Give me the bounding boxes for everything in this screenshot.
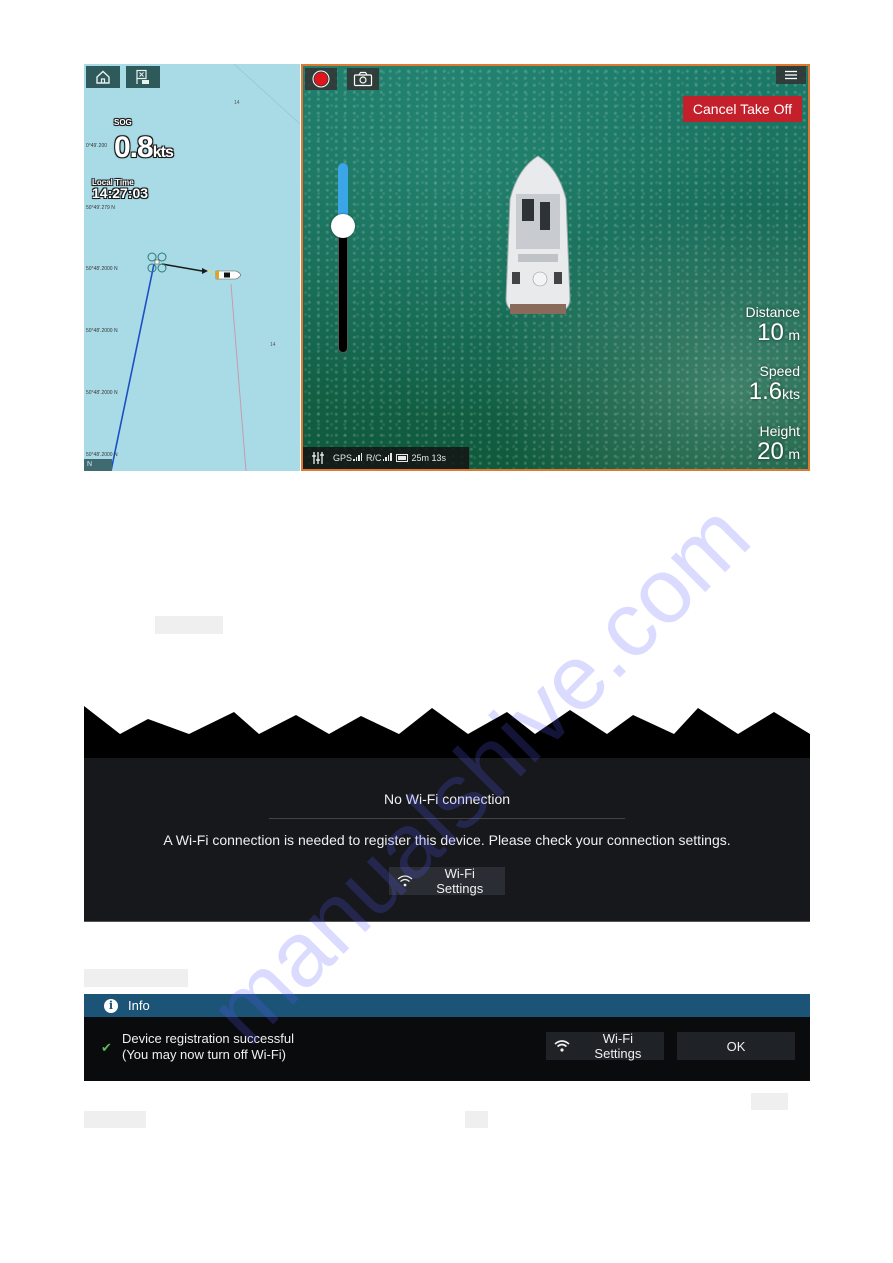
distance-value: 10 [757,319,784,346]
flight-time-remaining: 25m 13s [411,453,447,463]
height-label: Height [759,423,800,439]
latlon-label: 50°48'.2000 N [86,266,118,272]
sog-readout: 0.8kts [114,131,174,169]
torn-edge-decoration [84,706,810,762]
speed-label: Speed [759,363,800,379]
sog-value: 0.8 [114,131,154,164]
wifi-settings-label: Wi-Fi Settings [436,866,484,896]
speed-unit: kts [782,386,800,402]
battery-icon [395,454,408,462]
wifi-settings-label: Wi-Fi Settings [594,1031,642,1061]
heading-arrowhead [202,268,208,274]
record-button[interactable] [305,68,337,90]
gps-status: GPS [333,453,363,463]
sliders-icon [312,452,324,464]
redacted-text [84,969,188,987]
cancel-waypoint-button[interactable] [126,66,160,88]
gps-label: GPS [333,453,353,463]
wifi-icon [554,1040,570,1052]
menu-button[interactable] [776,66,806,84]
vessel-icon [215,270,241,280]
cancel-waypoint-icon [136,69,149,84]
latlon-label: 50°48'.2000 N [86,328,118,334]
wifi-icon [397,875,413,887]
gps-signal-icon [353,453,363,461]
boat-image [505,155,571,314]
snapshot-button[interactable] [347,68,379,90]
cancel-take-off-button[interactable]: Cancel Take Off [682,96,802,122]
drone-heading-line [161,263,203,272]
drone-track [110,263,155,471]
distance-unit: m [788,327,800,343]
info-title: Info [128,998,150,1013]
distance-readout: Distance 10 m [746,304,800,346]
height-readout: Height 20 m [757,423,800,465]
drone-status-bar: GPS R/C 25m 13s [303,447,469,469]
home-button[interactable] [86,66,120,88]
camera-icon [353,71,373,87]
chart-pane[interactable]: 14 14 SOG 0.8kts Local Time 14:27:03 0°4… [84,64,300,471]
home-icon [96,70,110,84]
info-header: i Info [84,994,810,1017]
depth-marker: 14 [270,342,276,348]
wifi-settings-button[interactable]: Wi-Fi Settings [546,1031,664,1061]
checkmark-icon: ✔ [101,1040,112,1055]
wifi-settings-button[interactable]: Wi-Fi Settings [389,866,505,896]
speed-value: 1.6 [748,378,783,405]
info-dialog: i Info ✔ Device registration successful … [84,994,810,1081]
height-value: 20 [757,438,784,465]
boat-track [230,283,247,471]
info-message-line1: Device registration successful [122,1031,294,1046]
depth-marker: 14 [234,100,240,106]
ok-button[interactable]: OK [677,1032,795,1060]
drone-app-screenshot: 14 14 SOG 0.8kts Local Time 14:27:03 0°4… [84,64,810,471]
info-message-line2: (You may now turn off Wi-Fi) [122,1047,286,1062]
height-unit: m [788,446,800,462]
settings-button[interactable] [307,452,329,464]
redacted-text [751,1093,788,1110]
info-message: Device registration successful (You may … [122,1031,294,1063]
menu-icon [785,70,797,80]
record-icon [312,70,330,88]
chart-contour [233,64,300,125]
latlon-label: 50°49'.279 N [86,205,115,211]
rc-signal-icon [382,453,392,461]
chart-orientation-indicator[interactable]: N [84,459,112,471]
no-wifi-screen: No Wi-Fi connection A Wi-Fi connection i… [84,706,810,922]
latlon-label: 50°48'.2000 N [86,390,118,396]
heading-dashed [207,270,216,274]
drone-video-feed[interactable]: Cancel Take Off Distance 10 m Speed 1.6k… [301,64,810,471]
slider-handle[interactable] [331,213,355,238]
redacted-text [155,616,223,634]
no-wifi-dialog: No Wi-Fi connection A Wi-Fi connection i… [84,758,810,922]
redacted-text [84,1111,146,1128]
height-slider[interactable] [331,163,355,353]
dialog-message: A Wi-Fi connection is needed to register… [163,832,731,848]
rc-status: R/C [366,453,392,463]
sog-unit: kts [152,144,174,161]
latlon-label: 50°48'.2000 N [86,452,118,458]
drone-icon[interactable] [147,252,167,273]
distance-label: Distance [745,304,800,320]
dialog-title: No Wi-Fi connection [383,791,511,807]
sog-label: SOG [114,118,132,127]
divider [269,818,625,819]
rc-label: R/C [366,453,382,463]
redacted-text [465,1111,488,1128]
latlon-label: 0°49'.200 [86,143,108,149]
info-icon: i [104,998,118,1013]
speed-readout: Speed 1.6kts [749,363,800,405]
local-time-value: 14:27:03 [92,185,149,201]
